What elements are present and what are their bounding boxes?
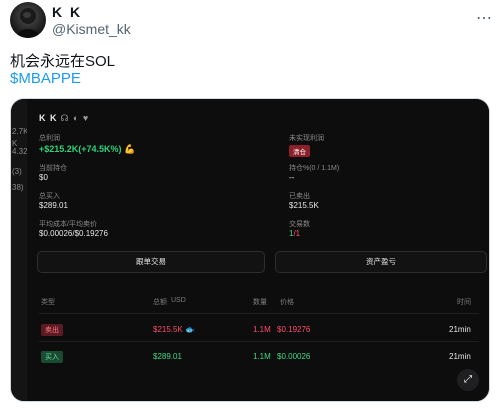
asset-pnl-button[interactable]: 资产盈亏 bbox=[275, 251, 487, 273]
fish-icon: 🐟 bbox=[185, 325, 196, 334]
side-strip-text: (3) bbox=[12, 167, 22, 176]
total-bought-label: 总买入 bbox=[39, 193, 60, 200]
sell-badge: 卖出 bbox=[41, 324, 63, 336]
side-strip-text: 4.32 bbox=[12, 147, 28, 156]
column-header-price[interactable]: 价格 bbox=[280, 297, 294, 307]
status-badge: 清仓 bbox=[289, 145, 310, 157]
column-header-time[interactable]: 时间 bbox=[457, 297, 471, 307]
wallet-card: K K ☊ ◐ ♥ 总利润 +$215.2K(+74.5K%) 💪 未实现利润 清… bbox=[27, 99, 489, 401]
sold-label: 已卖出 bbox=[289, 193, 310, 200]
column-header-total[interactable]: 总额 bbox=[153, 297, 167, 307]
position-label: 当前持仓 bbox=[39, 165, 67, 172]
holding-pct-label: 持仓%(0 / 1.1M) bbox=[289, 165, 340, 172]
tweet-media-image[interactable]: 2.7K K 4.32 (3) 38) K K ☊ ◐ ♥ 总利润 +$215.2… bbox=[10, 98, 490, 402]
total-bought-value: $289.01 bbox=[39, 201, 68, 210]
column-header-usd[interactable]: USD bbox=[171, 297, 186, 304]
avatar-image-icon bbox=[16, 8, 40, 38]
trades-label: 交易数 bbox=[289, 221, 310, 228]
row-total: $289.01 bbox=[153, 352, 182, 361]
total-pnl-label: 总利润 bbox=[39, 135, 60, 142]
total-pnl-amount: +$215.2K(+74.5K%) bbox=[39, 144, 122, 154]
row-total-amount: $215.5K bbox=[153, 325, 183, 334]
unrealized-pnl-label: 未实现利润 bbox=[289, 135, 324, 142]
expand-icon[interactable]: ⤢ bbox=[457, 369, 479, 391]
column-header-qty[interactable]: 数量 bbox=[253, 297, 267, 307]
wallet-title: K K ☊ ◐ ♥ bbox=[39, 113, 89, 124]
tweet-text: 机会永远在SOL bbox=[10, 53, 116, 70]
sold-value: $215.5K bbox=[289, 201, 319, 210]
trades-sell-count: /1 bbox=[293, 229, 301, 238]
row-total: $215.5K 🐟 bbox=[153, 325, 195, 334]
row-price: $0.00026 bbox=[277, 352, 311, 361]
wallet-name: K K bbox=[39, 113, 58, 123]
table-divider bbox=[39, 341, 479, 342]
row-qty: 1.1M bbox=[253, 325, 271, 334]
avg-price-value: $0.00026/$0.19276 bbox=[39, 229, 108, 238]
table-divider bbox=[39, 313, 479, 314]
total-pnl-value: +$215.2K(+74.5K%) 💪 bbox=[39, 144, 135, 155]
avg-price-label: 平均成本/平均卖价 bbox=[39, 221, 97, 228]
trades-value: 1/1 bbox=[289, 229, 300, 238]
position-value: $0 bbox=[39, 173, 48, 182]
wallet-badges-icon: ☊ ◐ ♥ bbox=[60, 113, 90, 123]
flex-emoji-icon: 💪 bbox=[124, 144, 136, 154]
buy-badge: 买入 bbox=[41, 351, 63, 363]
user-handle[interactable]: @Kismet_kk bbox=[52, 21, 131, 37]
row-price: $0.19276 bbox=[277, 325, 311, 334]
row-time: 21min bbox=[449, 352, 471, 361]
row-qty: 1.1M bbox=[253, 352, 271, 361]
avatar[interactable] bbox=[10, 2, 46, 38]
cashtag-link[interactable]: $MBAPPE bbox=[10, 70, 81, 87]
copy-trade-button[interactable]: 跟单交易 bbox=[37, 251, 265, 273]
side-strip: 2.7K K 4.32 (3) 38) bbox=[11, 99, 29, 401]
display-name[interactable]: K K bbox=[52, 4, 82, 20]
holding-pct-value: -- bbox=[289, 173, 295, 182]
row-time: 21min bbox=[449, 325, 471, 334]
ellipsis-icon[interactable]: ⋯ bbox=[476, 8, 492, 28]
side-strip-text: 2.7K bbox=[12, 127, 29, 136]
side-strip-text: 38) bbox=[12, 183, 24, 192]
column-header-type[interactable]: 类型 bbox=[41, 297, 55, 307]
